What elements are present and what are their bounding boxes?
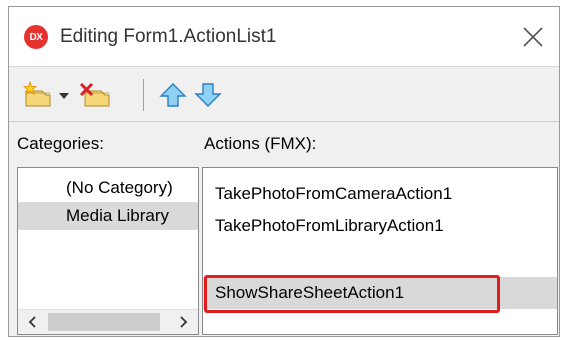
- new-action-button[interactable]: [22, 80, 52, 109]
- scroll-left-button[interactable]: [24, 314, 42, 330]
- delete-action-icon: [79, 82, 110, 107]
- move-down-button[interactable]: [194, 81, 222, 109]
- move-up-button[interactable]: [159, 81, 187, 109]
- editor-content: Categories: Actions (FMX): (No Category)…: [9, 122, 559, 336]
- toolbar-separator: [143, 79, 144, 111]
- dx-app-icon: DX: [24, 25, 48, 49]
- close-button[interactable]: [521, 25, 545, 49]
- categories-horizontal-scrollbar[interactable]: [18, 309, 198, 334]
- window-title: Editing Form1.ActionList1: [60, 26, 277, 47]
- new-action-star-icon: [22, 80, 51, 107]
- chevron-left-icon: [28, 316, 36, 328]
- close-icon: [523, 27, 543, 47]
- actions-label: Actions (FMX):: [204, 134, 317, 153]
- arrow-down-icon: [194, 83, 222, 107]
- categories-list[interactable]: (No Category) Media Library: [17, 167, 199, 335]
- title-bar: DX Editing Form1.ActionList1: [9, 7, 559, 65]
- scroll-thumb[interactable]: [48, 313, 160, 331]
- toolbar: [9, 66, 559, 122]
- delete-action-button[interactable]: [79, 81, 111, 109]
- new-action-dropdown-button[interactable]: [57, 81, 71, 109]
- arrow-up-icon: [159, 83, 187, 107]
- actions-list[interactable]: TakePhotoFromCameraAction1 TakePhotoFrom…: [202, 167, 558, 335]
- categories-label: Categories:: [17, 134, 104, 153]
- scroll-right-button[interactable]: [174, 314, 192, 330]
- category-item-media-library[interactable]: Media Library: [18, 202, 198, 230]
- action-list-editor-window: DX Editing Form1.ActionList1 Categories:…: [8, 6, 560, 337]
- action-item-take-photo-library[interactable]: TakePhotoFromLibraryAction1: [203, 210, 557, 242]
- category-item-no-category[interactable]: (No Category): [18, 174, 198, 202]
- action-item-show-share-sheet[interactable]: ShowShareSheetAction1: [203, 277, 557, 309]
- chevron-right-icon: [180, 316, 188, 328]
- action-item-take-photo-camera[interactable]: TakePhotoFromCameraAction1: [203, 178, 557, 210]
- chevron-down-icon: [59, 93, 69, 99]
